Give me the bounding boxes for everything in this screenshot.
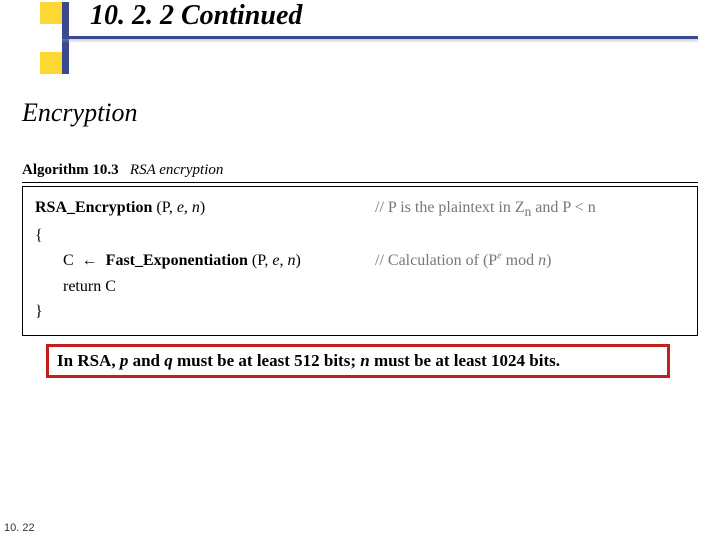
algorithm-caption-rule [22, 182, 698, 183]
algorithm-caption: Algorithm 10.3 RSA encryption [22, 162, 223, 179]
title-underline-shadow [62, 39, 698, 43]
note-n: n [360, 351, 369, 370]
note-mid1: and [128, 351, 164, 370]
line1-arrow: ← [82, 252, 98, 269]
fn-name: RSA_Encryption [35, 199, 152, 216]
line1-args: (P, e, n) [248, 252, 301, 269]
algorithm-signature: RSA_Encryption (P, e, n) [35, 195, 375, 223]
algorithm-line-1-code: C ← Fast_Exponentiation (P, e, n) [63, 248, 375, 274]
decor-square-top [40, 2, 62, 24]
algorithm-line-2: return C [35, 274, 685, 300]
fn-params: (P, e, n) [152, 199, 205, 216]
algorithm-caption-text: RSA encryption [130, 162, 223, 178]
line1-comment-mid: mod [502, 252, 538, 269]
brace-open: { [35, 223, 685, 249]
line1-var: C [63, 252, 74, 269]
line1-comment-prefix: // Calculation of (P [375, 252, 497, 269]
slide-header: 10. 2. 2 Continued [0, 0, 720, 70]
algorithm-line-1-comment: // Calculation of (Pe mod n) [375, 248, 551, 274]
slide-title: 10. 2. 2 Continued [90, 0, 302, 32]
highlight-note: In RSA, p and q must be at least 512 bit… [46, 344, 670, 378]
line1-call: Fast_Exponentiation [106, 252, 248, 269]
brace-close: } [35, 299, 685, 325]
note-q: q [164, 351, 173, 370]
comment-suffix: and P < n [531, 199, 595, 216]
note-suffix: must be at least 1024 bits. [370, 351, 560, 370]
page-number: 10. 22 [4, 522, 35, 534]
decor-square-bottom [40, 52, 62, 74]
line1-comment-suffix: ) [546, 252, 551, 269]
algorithm-label: Algorithm 10.3 [22, 162, 119, 178]
algorithm-line-1: C ← Fast_Exponentiation (P, e, n) // Cal… [35, 248, 685, 274]
line1-comment-n: n [538, 252, 546, 269]
note-mid2: must be at least 512 bits; [173, 351, 360, 370]
note-prefix: In RSA, [57, 351, 120, 370]
algorithm-signature-row: RSA_Encryption (P, e, n) // P is the pla… [35, 195, 685, 223]
section-heading: Encryption [22, 98, 138, 128]
comment-prefix: // P is the plaintext in Z [375, 199, 525, 216]
algorithm-box: RSA_Encryption (P, e, n) // P is the pla… [22, 186, 698, 336]
algorithm-signature-comment: // P is the plaintext in Zn and P < n [375, 195, 596, 223]
